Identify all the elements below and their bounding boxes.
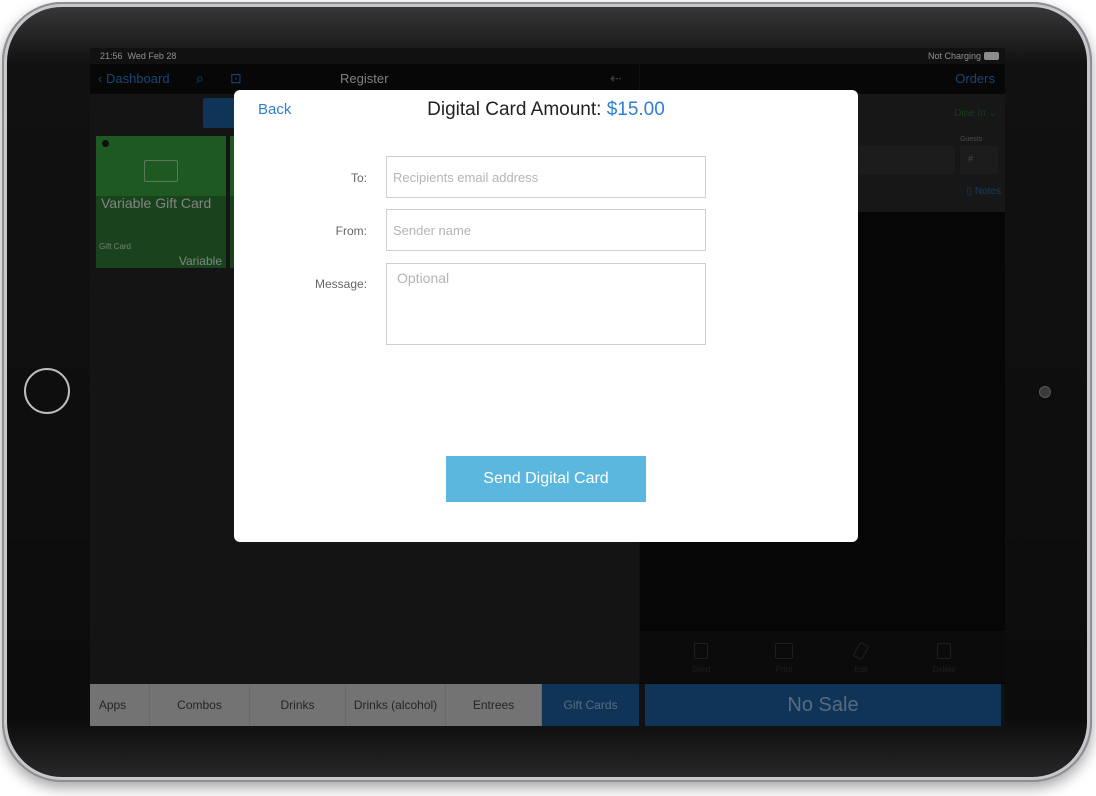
modal-title: Digital Card Amount: $15.00 <box>427 99 665 120</box>
recipient-email-field[interactable] <box>386 156 706 198</box>
digital-card-modal: Back Digital Card Amount: $15.00 To: Fro… <box>234 90 858 542</box>
sender-name-field[interactable] <box>386 209 706 251</box>
send-digital-card-button[interactable]: Send Digital Card <box>446 456 646 502</box>
to-label: To: <box>350 171 367 185</box>
camera <box>1040 387 1050 397</box>
message-field[interactable] <box>386 263 706 345</box>
message-label: Message: <box>314 277 367 291</box>
home-button[interactable] <box>24 368 70 414</box>
from-label: From: <box>335 224 367 238</box>
card-amount: $15.00 <box>606 99 665 120</box>
